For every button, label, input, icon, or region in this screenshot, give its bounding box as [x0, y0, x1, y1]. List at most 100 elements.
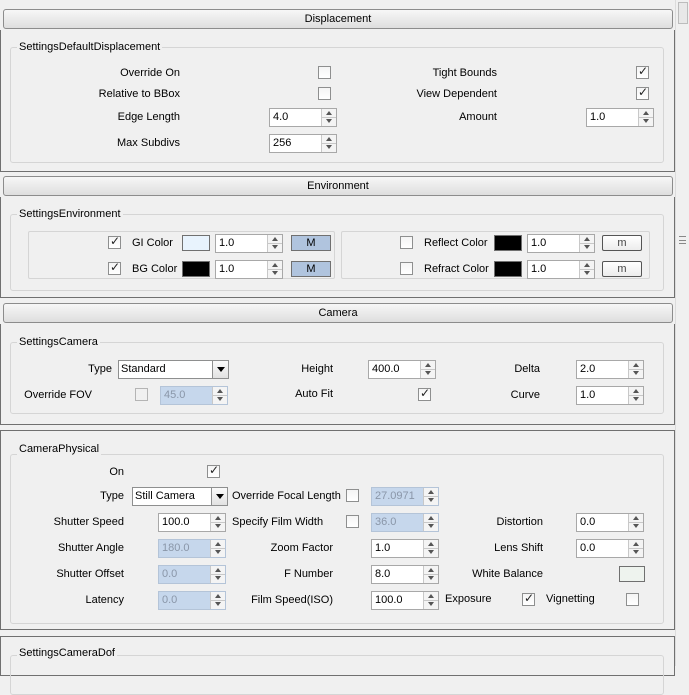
shutter-angle-spinner[interactable]: 180.0: [158, 539, 226, 558]
exposure-checkbox[interactable]: [522, 591, 535, 606]
spinner-arrows-icon[interactable]: [212, 387, 227, 404]
edge-length-label: Edge Length: [117, 111, 180, 123]
relative-bbox-checkbox[interactable]: [318, 87, 331, 100]
shutter-speed-value: 100.0: [162, 516, 190, 528]
spinner-arrows-icon[interactable]: [423, 592, 438, 609]
spinner-arrows-icon[interactable]: [638, 109, 653, 126]
refract-map-button[interactable]: m: [602, 261, 642, 277]
spinner-arrows-icon[interactable]: [628, 361, 643, 378]
height-label: Height: [301, 363, 333, 375]
view-dependent-checkbox[interactable]: [636, 85, 649, 100]
spinner-arrows-icon[interactable]: [423, 566, 438, 583]
gi-color-swatch[interactable]: [182, 235, 210, 251]
spinner-arrows-icon[interactable]: [267, 235, 282, 252]
spinner-arrows-icon[interactable]: [321, 135, 336, 152]
bg-color-checkbox[interactable]: [108, 260, 121, 275]
latency-label: Latency: [85, 594, 124, 606]
physical-on-checkbox[interactable]: [207, 463, 220, 478]
fov-value: 45.0: [164, 389, 186, 401]
camera-type-label: Type: [88, 363, 112, 375]
zoom-factor-spinner[interactable]: 1.0: [371, 539, 439, 558]
environment-group-title: SettingsEnvironment: [17, 208, 123, 220]
edge-length-spinner[interactable]: 4.0: [269, 108, 337, 127]
camera-type-dropdown[interactable]: Standard: [118, 360, 229, 379]
distortion-spinner[interactable]: 0.0: [576, 513, 644, 532]
shutter-offset-spinner[interactable]: 0.0: [158, 565, 226, 584]
spinner-arrows-icon[interactable]: [579, 261, 594, 278]
reflect-color-label: Reflect Color: [424, 237, 488, 249]
f-number-spinner[interactable]: 8.0: [371, 565, 439, 584]
environment-rollout-button[interactable]: Environment: [3, 176, 673, 196]
reflect-color-swatch[interactable]: [494, 235, 522, 251]
max-subdivs-value: 256: [273, 137, 292, 149]
bg-map-button[interactable]: M: [291, 261, 331, 277]
distortion-value: 0.0: [580, 516, 596, 528]
bg-multiplier-spinner[interactable]: 1.0: [215, 260, 283, 279]
delta-spinner[interactable]: 2.0: [576, 360, 644, 379]
delta-value: 2.0: [580, 363, 596, 375]
white-balance-swatch[interactable]: [619, 566, 645, 582]
lens-shift-spinner[interactable]: 0.0: [576, 539, 644, 558]
max-subdivs-spinner[interactable]: 256: [269, 134, 337, 153]
latency-spinner[interactable]: 0.0: [158, 591, 226, 610]
spinner-arrows-icon[interactable]: [210, 592, 225, 609]
reflect-color-checkbox[interactable]: [400, 236, 413, 249]
distortion-label: Distortion: [496, 516, 543, 528]
spinner-arrows-icon[interactable]: [628, 387, 643, 404]
reflect-map-button[interactable]: m: [602, 235, 642, 251]
film-speed-spinner[interactable]: 100.0: [371, 591, 439, 610]
film-width-checkbox[interactable]: [346, 515, 359, 528]
curve-spinner[interactable]: 1.0: [576, 386, 644, 405]
camera-rollout-button[interactable]: Camera: [3, 303, 673, 323]
override-focal-checkbox[interactable]: [346, 489, 359, 502]
camera-type-value: Standard: [121, 363, 166, 375]
spinner-arrows-icon[interactable]: [628, 514, 643, 531]
physical-type-label: Type: [100, 490, 124, 502]
height-spinner[interactable]: 400.0: [368, 360, 436, 379]
spinner-arrows-icon[interactable]: [210, 566, 225, 583]
spinner-arrows-icon[interactable]: [321, 109, 336, 126]
spinner-arrows-icon[interactable]: [210, 514, 225, 531]
focal-length-spinner[interactable]: 27.0971: [371, 487, 439, 506]
refract-color-checkbox[interactable]: [400, 262, 413, 275]
amount-spinner[interactable]: 1.0: [586, 108, 654, 127]
gi-multiplier-spinner[interactable]: 1.0: [215, 234, 283, 253]
reflect-multiplier-spinner[interactable]: 1.0: [527, 234, 595, 253]
override-on-checkbox[interactable]: [318, 66, 331, 79]
vignetting-checkbox[interactable]: [626, 593, 639, 606]
film-width-spinner[interactable]: 36.0: [371, 513, 439, 532]
chevron-down-icon[interactable]: [212, 361, 228, 378]
vignetting-label: Vignetting: [546, 593, 595, 605]
f-number-label: F Number: [284, 568, 333, 580]
gi-color-checkbox[interactable]: [108, 234, 121, 249]
physical-type-value: Still Camera: [135, 490, 195, 502]
camera-dof-panel: SettingsCameraDof: [0, 636, 675, 695]
override-fov-checkbox[interactable]: [135, 388, 148, 401]
spinner-arrows-icon[interactable]: [423, 488, 438, 505]
chevron-down-icon[interactable]: [211, 488, 227, 505]
spinner-arrows-icon[interactable]: [423, 514, 438, 531]
edge-length-value: 4.0: [273, 111, 289, 123]
override-fov-label: Override FOV: [24, 389, 92, 401]
zoom-factor-label: Zoom Factor: [270, 542, 333, 554]
bg-color-swatch[interactable]: [182, 261, 210, 277]
displacement-rollout-button[interactable]: Displacement: [3, 9, 673, 29]
physical-type-dropdown[interactable]: Still Camera: [132, 487, 228, 506]
vertical-scrollbar[interactable]: [675, 0, 689, 666]
spinner-arrows-icon[interactable]: [423, 540, 438, 557]
gi-map-button[interactable]: M: [291, 235, 331, 251]
auto-fit-checkbox[interactable]: [418, 386, 431, 401]
refract-color-swatch[interactable]: [494, 261, 522, 277]
fov-spinner[interactable]: 45.0: [160, 386, 228, 405]
tight-bounds-checkbox[interactable]: [636, 64, 649, 79]
spinner-arrows-icon[interactable]: [628, 540, 643, 557]
spinner-arrows-icon[interactable]: [579, 235, 594, 252]
refract-multiplier-spinner[interactable]: 1.0: [527, 260, 595, 279]
shutter-speed-spinner[interactable]: 100.0: [158, 513, 226, 532]
spinner-arrows-icon[interactable]: [267, 261, 282, 278]
scrollbar-thumb[interactable]: [678, 2, 688, 24]
override-on-label: Override On: [120, 67, 180, 79]
spinner-arrows-icon[interactable]: [420, 361, 435, 378]
height-value: 400.0: [372, 363, 400, 375]
spinner-arrows-icon[interactable]: [210, 540, 225, 557]
